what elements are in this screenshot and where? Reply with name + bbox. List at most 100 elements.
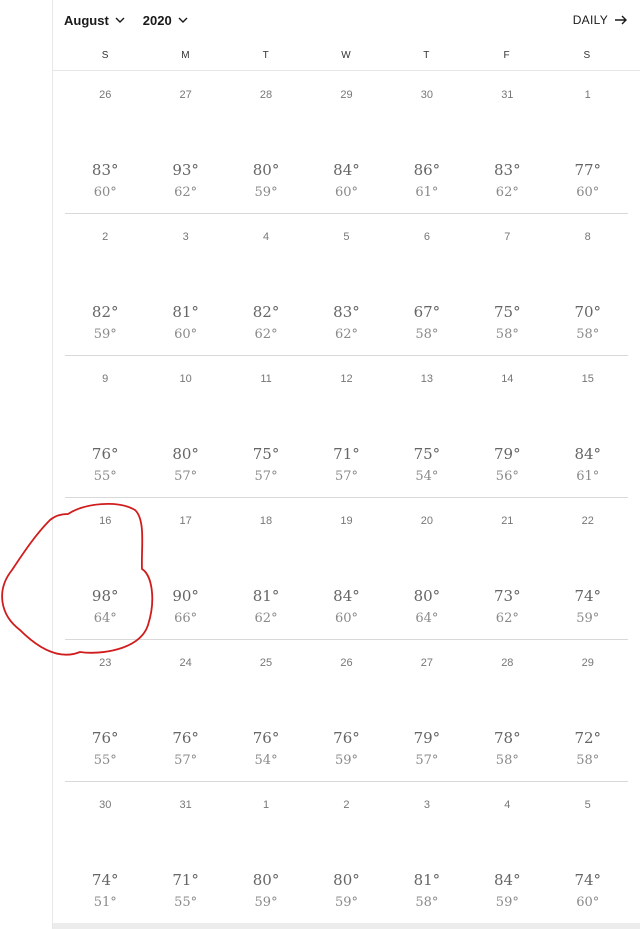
low-temp: 58° [415,895,439,910]
day-cell-tue[interactable]: 1 80° 59° [226,781,306,923]
day-cell-thu[interactable]: 27 79° 57° [387,639,467,781]
day-cell-sat[interactable]: 29 72° 58° [548,639,628,781]
high-temp: 73° [494,587,521,605]
day-date: 2 [343,799,350,811]
day-cell-wed[interactable]: 29 84° 60° [306,71,386,213]
day-cell-tue[interactable]: 4 82° 62° [226,213,306,355]
high-temp: 84° [333,161,360,179]
day-cell-thu[interactable]: 6 67° 58° [387,213,467,355]
day-cell-wed[interactable]: 5 83° 62° [306,213,386,355]
day-cell-wed[interactable]: 19 84° 60° [306,497,386,639]
day-cell-fri[interactable]: 7 75° 58° [467,213,547,355]
low-temp: 54° [415,469,439,484]
high-temp: 67° [413,303,441,321]
low-temp: 62° [254,611,278,626]
day-cell-fri[interactable]: 4 84° 59° [467,781,547,923]
day-cell-thu[interactable]: 13 75° 54° [387,355,467,497]
weekday-thursday: T [423,50,430,61]
high-temp: 71° [333,445,360,463]
high-temp: 81° [413,871,441,889]
day-cell-thu[interactable]: 20 80° 64° [387,497,467,639]
high-temp: 79° [413,729,441,747]
day-cell-sun[interactable]: 9 76° 55° [65,355,145,497]
day-cell-mon[interactable]: 3 81° 60° [145,213,225,355]
day-cell-sun[interactable]: 26 83° 60° [65,71,145,213]
high-temp: 74° [574,871,602,889]
day-date: 3 [182,231,189,243]
week-row: 2 82° 59° 3 81° 60° 4 82° 62° 5 83° 62° 6 67° 58° 7 75° 5… [65,213,628,356]
low-temp: 58° [576,327,600,342]
day-cell-fri[interactable]: 28 78° 58° [467,639,547,781]
arrow-right-icon [615,15,627,25]
low-temp: 59° [334,753,358,768]
low-temp: 60° [576,185,600,200]
day-date: 28 [259,89,273,101]
day-cell-thu[interactable]: 3 81° 58° [387,781,467,923]
high-temp: 72° [574,729,602,747]
scrollbar-track[interactable] [53,923,640,929]
day-cell-sat[interactable]: 5 74° 60° [548,781,628,923]
low-temp: 60° [334,185,358,200]
day-date: 6 [423,231,430,243]
low-temp: 62° [495,611,519,626]
week-row: 30 74° 51° 31 71° 55° 1 80° 59° 2 80° 59° 3 81° 58° 4 84… [65,781,628,923]
day-cell-fri[interactable]: 31 83° 62° [467,71,547,213]
day-cell-wed[interactable]: 2 80° 59° [306,781,386,923]
day-cell-mon[interactable]: 24 76° 57° [145,639,225,781]
day-cell-sat[interactable]: 1 77° 60° [548,71,628,213]
year-selector[interactable]: 2020 [143,13,188,28]
day-cell-sat[interactable]: 22 74° 59° [548,497,628,639]
high-temp: 80° [333,871,360,889]
low-temp: 55° [174,895,198,910]
daily-view-link[interactable]: DAILY [573,13,628,27]
day-cell-tue[interactable]: 18 81° 62° [226,497,306,639]
day-cell-sun[interactable]: 23 76° 55° [65,639,145,781]
low-temp: 62° [254,327,278,342]
chevron-down-icon [178,17,188,23]
calendar-header: August 2020 DAILY [53,0,640,40]
day-cell-sat[interactable]: 8 70° 58° [548,213,628,355]
day-cell-thu[interactable]: 30 86° 61° [387,71,467,213]
low-temp: 60° [174,327,198,342]
day-date: 3 [423,799,430,811]
day-cell-mon[interactable]: 10 80° 57° [145,355,225,497]
day-cell-wed[interactable]: 26 76° 59° [306,639,386,781]
month-selector[interactable]: August [64,13,125,28]
day-cell-sat[interactable]: 15 84° 61° [548,355,628,497]
day-cell-tue[interactable]: 28 80° 59° [226,71,306,213]
day-cell-sun[interactable]: 2 82° 59° [65,213,145,355]
high-temp: 76° [252,729,280,747]
low-temp: 57° [254,469,278,484]
day-cell-mon[interactable]: 17 90° 66° [145,497,225,639]
day-date: 5 [584,799,591,811]
low-temp: 57° [174,753,198,768]
low-temp: 58° [495,753,519,768]
day-cell-mon[interactable]: 27 93° 62° [145,71,225,213]
low-temp: 62° [495,185,519,200]
day-cell-wed[interactable]: 12 71° 57° [306,355,386,497]
high-temp: 74° [574,587,602,605]
day-cell-tue[interactable]: 11 75° 57° [226,355,306,497]
high-temp: 75° [413,445,441,463]
weekday-wednesday: W [341,50,351,61]
day-cell-sun[interactable]: 30 74° 51° [65,781,145,923]
day-cell-mon[interactable]: 31 71° 55° [145,781,225,923]
day-date: 30 [99,799,112,811]
weekday-monday: M [181,50,190,61]
low-temp: 60° [93,185,117,200]
low-temp: 56° [495,469,519,484]
day-date: 4 [262,231,270,243]
day-cell-tue[interactable]: 25 76° 54° [226,639,306,781]
day-date: 19 [340,515,353,527]
day-cell-fri[interactable]: 21 73° 62° [467,497,547,639]
low-temp: 59° [495,895,519,910]
weekday-tuesday: T [262,50,269,61]
high-temp: 76° [91,729,119,747]
day-date: 2 [102,231,109,243]
high-temp: 80° [172,445,199,463]
day-date: 1 [584,89,591,101]
day-cell-sun[interactable]: 16 98° 64° [65,497,145,639]
day-date: 10 [179,373,192,385]
week-row: 23 76° 55° 24 76° 57° 25 76° 54° 26 76° 59° 27 79° 57°… [65,639,628,782]
day-cell-fri[interactable]: 14 79° 56° [467,355,547,497]
